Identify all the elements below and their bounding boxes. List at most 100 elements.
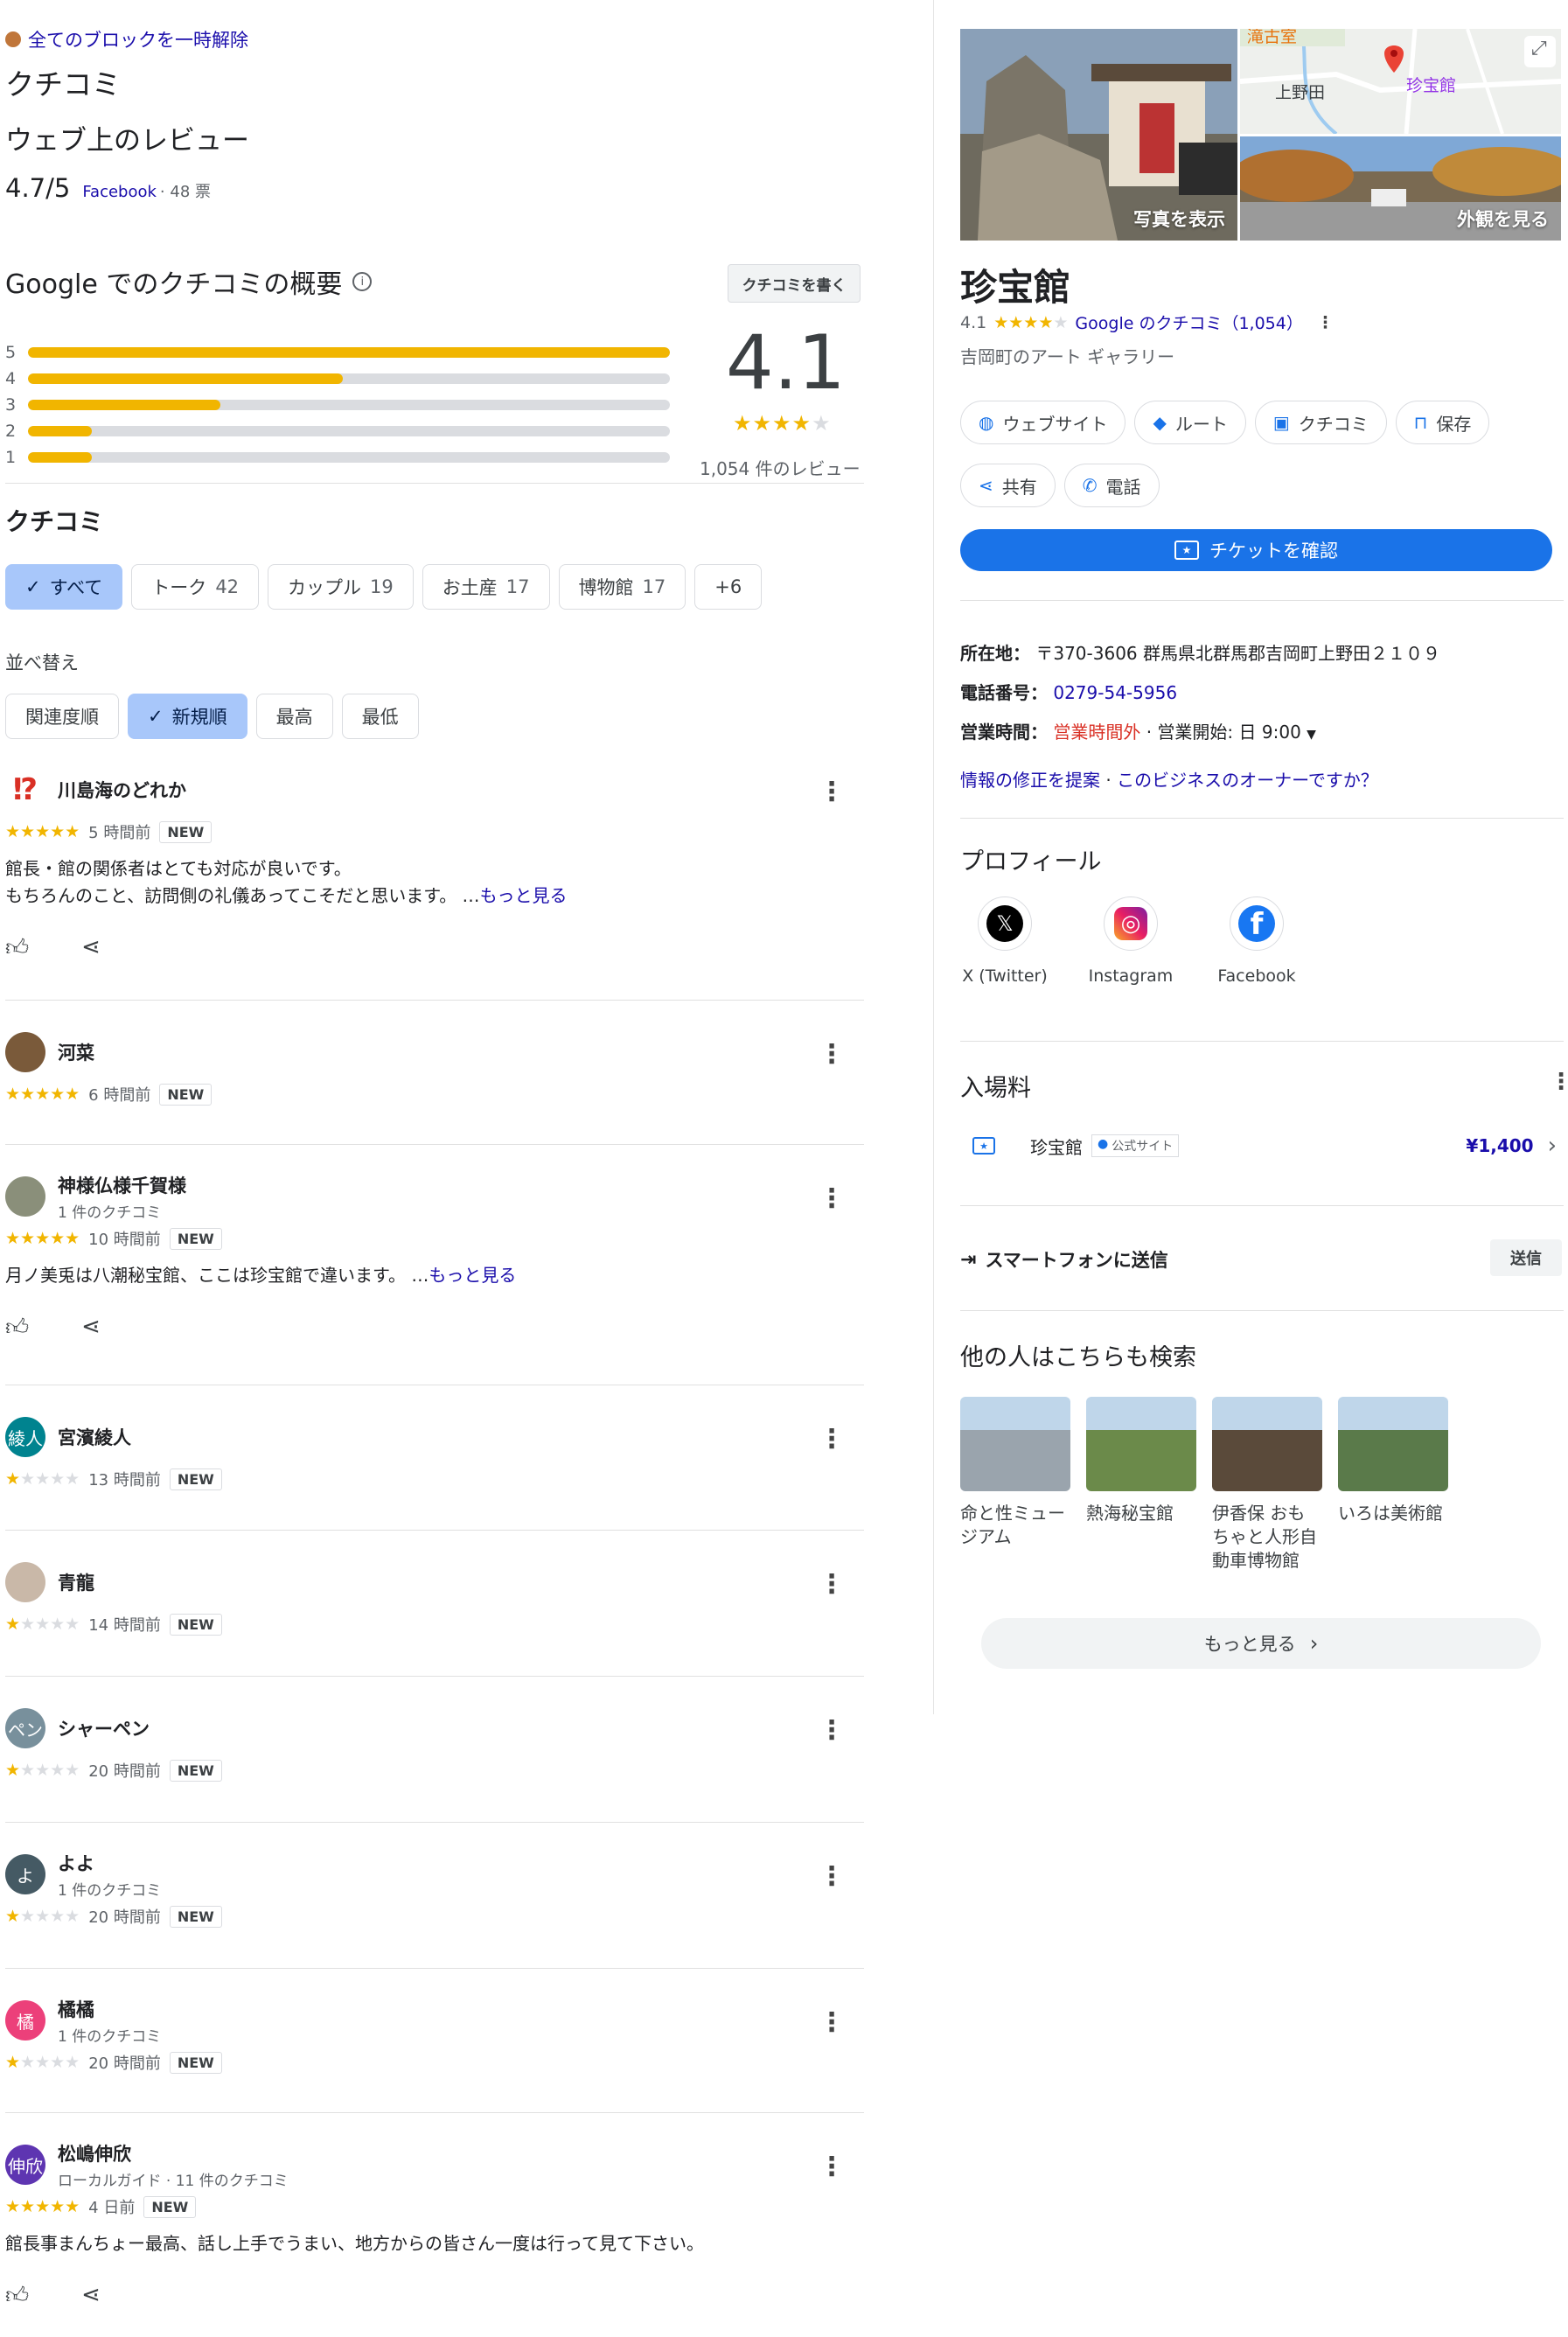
phone-link[interactable]: 0279-54-5956 [1053, 682, 1177, 703]
related-place-card[interactable]: いろは美術館 [1338, 1397, 1448, 1573]
avatar[interactable]: ⁉ [5, 770, 45, 810]
reviewer-name[interactable]: 橘橘 [58, 1996, 161, 2022]
histogram-row[interactable]: 4 [5, 366, 670, 392]
photo-main[interactable]: 写真を表示 [960, 29, 1237, 241]
admission-row[interactable]: ★ 珍宝館 ● 公式サイト ¥1,400 › [960, 1128, 1564, 1163]
filter-chip[interactable]: お土産 17 [422, 564, 550, 610]
histogram-fill [28, 373, 343, 384]
avatar[interactable] [5, 1562, 45, 1602]
divider [5, 2112, 864, 2113]
more-options-icon[interactable]: ⋮ [819, 777, 845, 807]
related-place-card[interactable]: 命と性ミュージアム [960, 1397, 1070, 1573]
filter-chip-count: 19 [370, 576, 394, 597]
review-time: 20 時間前 [88, 1908, 161, 1927]
more-options-icon[interactable]: ⋮ [819, 1861, 845, 1892]
sort-chip[interactable]: 最高 [255, 694, 333, 739]
avatar[interactable]: ペン [5, 1708, 45, 1748]
globe-button[interactable]: ◍ ウェブサイト [960, 401, 1126, 444]
reviewer-name[interactable]: 青龍 [58, 1569, 94, 1595]
like-icon[interactable]: 👍︎ [5, 934, 29, 961]
histogram-row[interactable]: 3 [5, 392, 670, 418]
share-button[interactable]: ⋖ 共有 [960, 464, 1056, 507]
more-link[interactable]: もっと見る [480, 885, 568, 906]
admission-more-icon[interactable]: ⋮ [1550, 1069, 1568, 1095]
profile-facebook[interactable]: f Facebook [1212, 896, 1301, 986]
reviewer-name[interactable]: 神様仏様千賀様 [58, 1172, 186, 1198]
sort-chip[interactable]: 最低 [341, 694, 419, 739]
directions-button[interactable]: ◆ ルート [1134, 401, 1246, 444]
reviewer-name[interactable]: よよ [58, 1850, 161, 1876]
related-place-image [1338, 1397, 1448, 1491]
avatar[interactable]: 橘 [5, 2000, 45, 2041]
more-options-icon[interactable]: ⋮ [819, 2152, 845, 2182]
review-time: 13 時間前 [88, 1471, 161, 1489]
claim-business-link[interactable]: このビジネスのオーナーですか？ [1117, 770, 1378, 791]
hours-next[interactable]: · 営業開始: 日 9:00 [1146, 722, 1301, 743]
filter-chip[interactable]: ✓ すべて [5, 564, 123, 610]
avatar[interactable] [5, 1176, 45, 1217]
avatar[interactable]: 伸欣 [5, 2145, 45, 2185]
histogram-row[interactable]: 2 [5, 418, 670, 444]
like-icon[interactable]: 👍︎ [5, 2282, 29, 2309]
more-button[interactable]: もっと見る › [981, 1618, 1541, 1669]
avatar[interactable]: 綾人 [5, 1417, 45, 1457]
bookmark-icon: ⊓ [1413, 412, 1428, 433]
web-rating-source-link[interactable]: Facebook [82, 183, 157, 201]
reviewer-name[interactable]: 川島海のどれか [58, 777, 186, 803]
sort-chip[interactable]: 関連度順 [5, 694, 119, 739]
reviewer-name[interactable]: 河菜 [58, 1039, 94, 1065]
review-header: 綾人 宮濱綾人 [5, 1415, 862, 1459]
sort-chip[interactable]: ✓ 新規順 [128, 694, 247, 739]
more-options-icon[interactable]: ⋮ [819, 1715, 845, 1746]
filter-chip[interactable]: カップル 19 [268, 564, 414, 610]
people-also-search-title: 他の人はこちらも検索 [960, 1344, 1196, 1371]
review-button[interactable]: ▣ クチコミ [1254, 401, 1387, 444]
phone-button[interactable]: ✆ 電話 [1063, 464, 1160, 507]
unblock-all-link[interactable]: 全てのブロックを一時解除 [5, 26, 248, 52]
share-icon[interactable]: ⋖ [81, 1314, 101, 1341]
filter-chip[interactable]: トーク 42 [131, 564, 260, 610]
histogram-row[interactable]: 5 [5, 339, 670, 366]
avatar[interactable]: よ [5, 1854, 45, 1894]
send-button[interactable]: 送信 [1490, 1239, 1562, 1276]
more-options-icon[interactable]: ⋮ [819, 1424, 845, 1455]
photo-exterior[interactable]: 外観を見る [1240, 136, 1561, 241]
more-options-icon[interactable]: ⋮ [819, 1183, 845, 1214]
share-icon[interactable]: ⋖ [81, 934, 101, 961]
profile-instagram[interactable]: ◎ Instagram [1086, 896, 1175, 986]
related-place-card[interactable]: 伊香保 おもちゃと人形自動車博物館 [1212, 1397, 1322, 1573]
more-link[interactable]: もっと見る [429, 1265, 516, 1286]
avatar[interactable] [5, 1032, 45, 1072]
write-review-button[interactable]: クチコミを書く [728, 264, 861, 303]
address-value: 〒370-3606 群馬県北群馬郡吉岡町上野田２１０９ [1035, 643, 1441, 664]
review-text: 館長・館の関係者はとても対応が良いです。 もちろんのこと、訪問側の礼儀あってこそだ… [5, 858, 568, 906]
share-icon[interactable]: ⋖ [81, 2282, 101, 2309]
reviewer-name[interactable]: 宮濱綾人 [58, 1424, 131, 1450]
reviewer-name[interactable]: 松嶋伸欣 [58, 2140, 289, 2166]
more-options-icon[interactable]: ⋮ [819, 1039, 845, 1070]
divider [5, 1676, 864, 1677]
caret-down-icon[interactable]: ▼ [1307, 728, 1316, 742]
filter-chip[interactable]: +6 [694, 564, 763, 610]
map-thumbnail[interactable]: 滝古室 上野田 珍宝館 ⤢ [1240, 29, 1561, 134]
more-options-icon[interactable]: ⋮ [819, 1569, 845, 1600]
more-options-icon[interactable]: ⋮ [819, 2007, 845, 2038]
info-icon[interactable]: i [352, 272, 373, 291]
profile-x-twitter[interactable]: 𝕏 X (Twitter) [960, 896, 1049, 986]
histogram-row[interactable]: 1 [5, 444, 670, 471]
ticket-button[interactable]: ★ チケットを確認 [960, 529, 1552, 571]
review-meta: ★★★★★ 10 時間前 NEW [5, 1227, 862, 1250]
overall-review-count[interactable]: 1,054 件のレビュー [700, 455, 861, 480]
expand-map-button[interactable]: ⤢ [1524, 36, 1556, 67]
new-badge: NEW [143, 2195, 197, 2218]
filter-chip[interactable]: 博物館 17 [558, 564, 686, 610]
related-place-card[interactable]: 熱海秘宝館 [1086, 1397, 1196, 1573]
bookmark-button[interactable]: ⊓ 保存 [1395, 401, 1490, 444]
place-rating: 4.1 ★★★★★ Google のクチコミ（1,054） ⋮ [960, 310, 1334, 334]
sort-label: 並べ替え [5, 652, 79, 673]
suggest-edit-link[interactable]: 情報の修正を提案 [960, 770, 1100, 791]
reviewer-name[interactable]: シャーペン [58, 1715, 150, 1741]
more-options-icon[interactable]: ⋮ [1317, 313, 1334, 332]
google-reviews-link[interactable]: Google のクチコミ（1,054） [1075, 310, 1302, 334]
like-icon[interactable]: 👍︎ [5, 1314, 29, 1341]
